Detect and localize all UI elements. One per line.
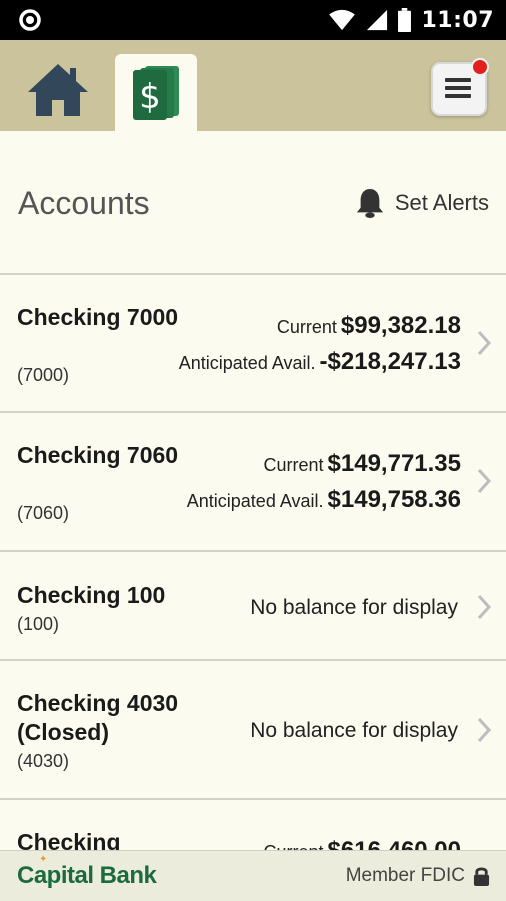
anticipated-amount: $149,758.36 (327, 486, 461, 513)
no-balance-text: No balance for display (250, 719, 458, 742)
current-amount: $616,460.00 (328, 837, 461, 850)
footer: Capital Bank ✦ Member FDIC (0, 850, 506, 901)
account-name: Checking 4030 (Closed) (17, 690, 179, 745)
star-icon: ✦ (39, 854, 48, 865)
anticipated-amount: -$218,247.13 (319, 348, 461, 375)
account-row[interactable]: Checking 7000 (7000) Current $99,382.18 … (0, 275, 506, 411)
account-row[interactable]: Checking Current $616,460.00 (0, 800, 506, 850)
notification-circle-icon (19, 9, 41, 31)
lock-icon (473, 867, 490, 886)
wifi-icon (329, 9, 356, 31)
set-alerts-button[interactable]: Set Alerts (355, 187, 489, 219)
chevron-right-icon (477, 330, 492, 356)
account-list: Checking 7000 (7000) Current $99,382.18 … (0, 275, 506, 850)
account-name: Checking 7000 (17, 304, 179, 330)
chevron-right-icon (477, 717, 492, 743)
title-row: Accounts Set Alerts (0, 131, 506, 273)
current-amount: $99,382.18 (340, 312, 461, 339)
account-name: Checking 100 (17, 582, 166, 608)
battery-icon (398, 8, 412, 32)
member-fdic-label: Member FDIC (345, 865, 465, 886)
current-amount: $149,771.35 (327, 450, 461, 477)
chevron-right-icon (477, 594, 492, 620)
account-number: (7000) (17, 365, 70, 385)
cell-signal-icon (367, 9, 388, 31)
home-icon (28, 64, 88, 116)
account-number: (4030) (17, 751, 70, 771)
menu-icon (445, 78, 471, 98)
app-header: $ (0, 40, 506, 131)
menu-button[interactable] (431, 58, 489, 116)
anticipated-label: Anticipated Avail. (178, 353, 316, 373)
set-alerts-label: Set Alerts (394, 190, 489, 215)
status-time: 11:07 (421, 7, 494, 33)
svg-text:$: $ (139, 77, 161, 117)
account-row[interactable]: Checking 4030 (Closed) (4030) No balance… (0, 661, 506, 798)
page-title: Accounts (18, 185, 150, 221)
current-label: Current (263, 455, 324, 475)
account-name: Checking 7060 (17, 442, 179, 468)
bell-icon (356, 188, 383, 218)
tab-accounts[interactable]: $ (115, 54, 197, 131)
account-row[interactable]: Checking 100 (100) No balance for displa… (0, 552, 506, 659)
anticipated-label: Anticipated Avail. (186, 491, 324, 511)
current-label: Current (276, 317, 337, 337)
no-balance-text: No balance for display (250, 596, 458, 619)
account-number: (100) (17, 614, 60, 634)
bank-logo: Capital Bank (17, 862, 157, 889)
account-row[interactable]: Checking 7060 (7060) Current $149,771.35… (0, 413, 506, 550)
account-name: Checking (17, 829, 121, 850)
notification-dot (471, 58, 489, 76)
current-label: Current (264, 842, 324, 850)
status-bar: 11:07 (0, 0, 506, 40)
dollar-bills-icon: $ (133, 66, 179, 120)
account-number: (7060) (17, 503, 70, 523)
chevron-right-icon (477, 468, 492, 494)
home-button[interactable] (26, 62, 90, 118)
